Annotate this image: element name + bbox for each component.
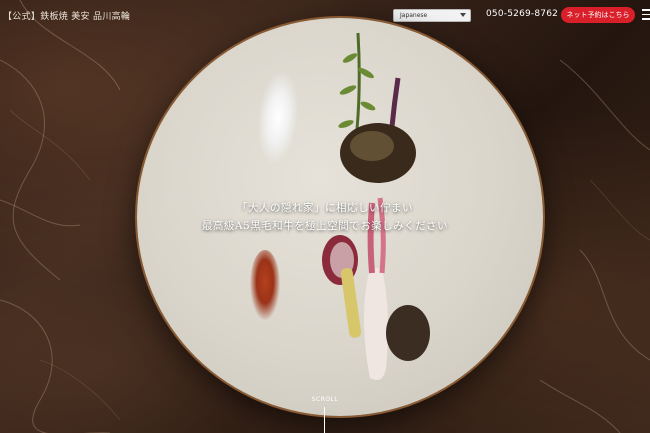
language-select[interactable]: Japanese <box>393 9 471 22</box>
chevron-down-icon <box>460 13 466 17</box>
scroll-indicator-line <box>324 407 325 433</box>
site-logo[interactable]: 【公式】鉄板焼 美安 品川高輪 <box>3 9 130 22</box>
online-reservation-button[interactable]: ネット予約はこちら <box>561 7 635 23</box>
spice-garnish <box>250 250 280 320</box>
language-select-value: Japanese <box>400 12 428 19</box>
hero-headline: 「大人の隠れ家」に相応しい佇まい <box>237 202 413 214</box>
phone-number-link[interactable]: 050-5269-8762 <box>486 9 558 19</box>
scroll-indicator-label[interactable]: SCROLL <box>0 396 650 403</box>
hamburger-menu-icon[interactable] <box>642 9 650 20</box>
hero-subheadline: 最高級A5黒毛和牛を極上空間でお楽しみください <box>201 220 449 232</box>
